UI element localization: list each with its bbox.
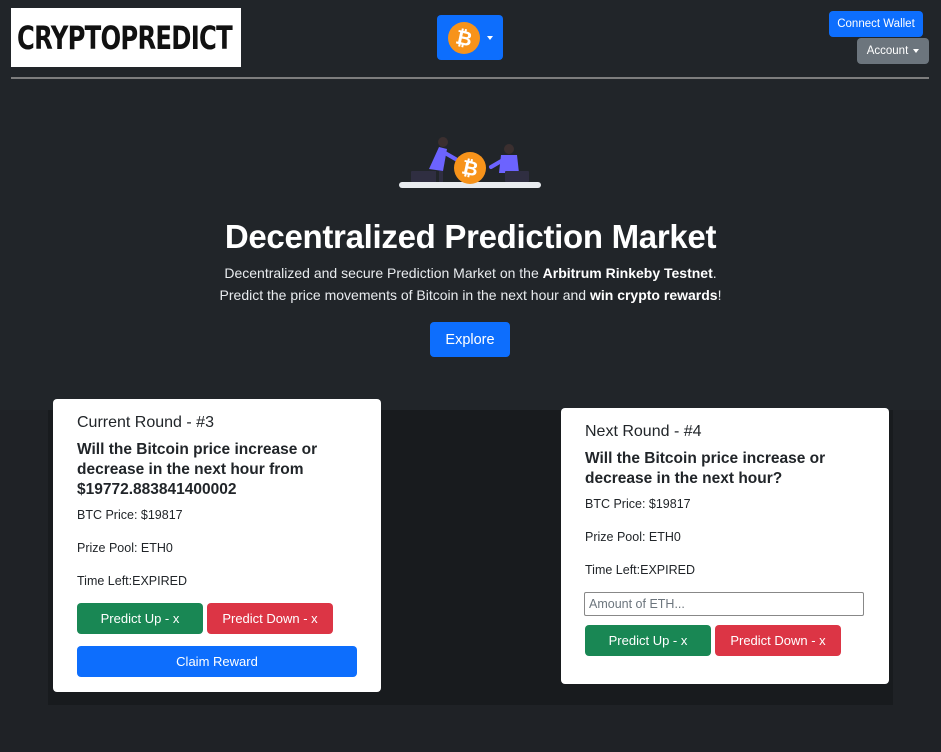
connect-wallet-label: Connect Wallet (837, 18, 915, 30)
time-left: Time Left:EXPIRED (585, 563, 695, 577)
bitcoin-icon: ₿ (448, 21, 480, 54)
coin-selector-dropdown[interactable]: ₿ (437, 15, 503, 60)
predict-up-label: Predict Up - x (608, 633, 688, 648)
explore-label: Explore (445, 331, 495, 348)
explore-button[interactable]: Explore (430, 322, 510, 357)
hero-subtitle-line-2: Predict the price movements of Bitcoin i… (219, 287, 722, 303)
btc-price: BTC Price: $19817 (585, 497, 691, 511)
predict-up-button[interactable]: Predict Up - x (77, 603, 203, 634)
header-divider (11, 77, 929, 79)
btc-price: BTC Price: $19817 (77, 508, 183, 522)
time-left: Time Left:EXPIRED (77, 574, 187, 588)
chevron-down-icon (913, 49, 920, 53)
predict-down-label: Predict Down - x (730, 633, 826, 648)
account-dropdown-button[interactable]: Account (857, 38, 929, 64)
claim-reward-button[interactable]: Claim Reward (77, 646, 357, 677)
current-round-card: Current Round - #3 Will the Bitcoin pric… (53, 399, 381, 692)
current-round-title: Current Round - #3 (77, 414, 214, 431)
claim-reward-label: Claim Reward (176, 654, 258, 669)
hero-subtitle-line-1: Decentralized and secure Prediction Mark… (224, 265, 717, 281)
traders-bitcoin-illustration: ₿ (399, 137, 541, 188)
chevron-down-icon (487, 35, 493, 40)
current-round-question: Will the Bitcoin price increase or decre… (77, 441, 318, 498)
predict-down-button[interactable]: Predict Down - x (207, 603, 333, 634)
account-label: Account (866, 45, 909, 57)
predict-down-button[interactable]: Predict Down - x (715, 625, 841, 656)
next-round-card: Next Round - #4 Will the Bitcoin price i… (561, 408, 889, 684)
network-name: Arbitrum Rinkeby Testnet (542, 265, 713, 281)
prize-pool: Prize Pool: ETH0 (585, 530, 681, 544)
hero-title: Decentralized Prediction Market (224, 218, 717, 255)
logo[interactable]: CRYPTOPREDICT (11, 8, 241, 67)
predict-up-label: Predict Up - x (100, 611, 180, 626)
predict-down-label: Predict Down - x (222, 611, 318, 626)
prize-pool: Prize Pool: ETH0 (77, 541, 173, 555)
connect-wallet-button[interactable]: Connect Wallet (829, 11, 923, 37)
eth-amount-input[interactable] (584, 592, 864, 616)
logo-text: CRYPTOPREDICT (17, 18, 233, 57)
next-round-title: Next Round - #4 (585, 423, 702, 440)
rewards-highlight: win crypto rewards (589, 287, 718, 303)
next-round-question: Will the Bitcoin price increase or decre… (585, 450, 826, 487)
predict-up-button[interactable]: Predict Up - x (585, 625, 711, 656)
